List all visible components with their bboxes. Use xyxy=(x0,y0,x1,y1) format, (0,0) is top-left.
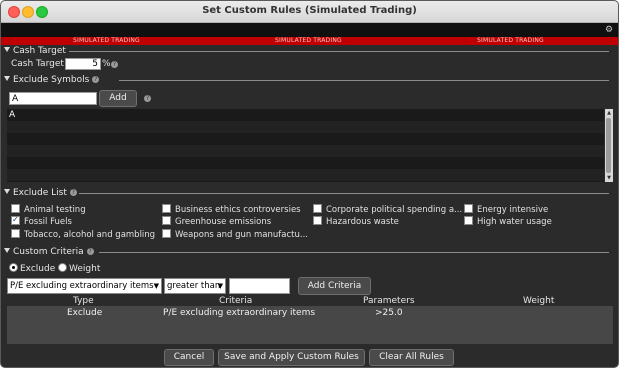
toolbar-strip xyxy=(1,23,618,37)
checkbox[interactable] xyxy=(313,204,322,213)
table-cell-type[interactable]: Exclude xyxy=(67,308,102,318)
checkbox[interactable] xyxy=(313,216,322,225)
simulated-trading-label: SIMULATED TRADING xyxy=(477,37,544,44)
list-item-empty xyxy=(7,145,604,157)
collapse-triangle-icon xyxy=(4,47,10,52)
scroll-up-icon[interactable]: ▲ xyxy=(606,110,612,116)
title-bar: Set Custom Rules (Simulated Trading) xyxy=(1,1,618,23)
criteria-value-input[interactable] xyxy=(229,278,290,294)
exclude-item-weapons[interactable]: Weapons and gun manufactu... xyxy=(162,229,308,240)
section-title: Exclude List xyxy=(13,188,67,198)
exclude-symbols-section-toggle[interactable]: Exclude Symbols? xyxy=(4,74,100,86)
exclude-item-business-ethics[interactable]: Business ethics controversies xyxy=(162,204,301,215)
radio-exclude[interactable]: Exclude xyxy=(9,263,55,274)
help-icon[interactable]: ? xyxy=(69,189,77,196)
exclude-item-fossil-fuels[interactable]: Fossil Fuels xyxy=(11,214,72,227)
clear-all-rules-button[interactable]: Clear All Rules xyxy=(369,349,454,366)
operator-select[interactable]: greater than ▼ xyxy=(164,278,226,294)
section-divider xyxy=(79,193,609,194)
checkbox[interactable] xyxy=(464,216,473,225)
checkbox[interactable] xyxy=(162,204,171,213)
section-divider xyxy=(69,51,609,52)
list-item[interactable]: A xyxy=(7,109,604,121)
checkbox[interactable] xyxy=(162,229,171,238)
gear-icon[interactable]: ⚙ xyxy=(604,25,614,35)
window-title: Set Custom Rules (Simulated Trading) xyxy=(202,5,417,16)
scroll-down-icon[interactable]: ▼ xyxy=(606,175,612,181)
save-apply-button[interactable]: Save and Apply Custom Rules xyxy=(218,349,365,366)
list-item-empty xyxy=(7,169,604,181)
radio-button[interactable] xyxy=(58,263,67,272)
help-icon[interactable]: ? xyxy=(111,61,118,68)
radio-button[interactable] xyxy=(9,263,18,272)
simulated-trading-label: SIMULATED TRADING xyxy=(73,37,140,44)
add-criteria-button[interactable]: Add Criteria xyxy=(298,277,371,295)
symbols-scrollbar[interactable]: ▲ ▼ xyxy=(605,109,613,182)
percent-unit: % xyxy=(102,59,111,69)
exclude-item-energy-intensive[interactable]: Energy intensive xyxy=(464,204,548,215)
exclude-item-water-usage[interactable]: High water usage xyxy=(464,216,552,227)
section-title: Exclude Symbols xyxy=(13,75,90,85)
section-title: Cash Target xyxy=(13,46,66,56)
checkbox[interactable] xyxy=(162,216,171,225)
list-item-empty xyxy=(7,121,604,133)
exclude-item-hazardous-waste[interactable]: Hazardous waste xyxy=(313,216,399,227)
table-cell-criteria[interactable]: P/E excluding extraordinary items xyxy=(163,308,315,318)
table-cell-parameters[interactable]: >25.0 xyxy=(375,308,403,318)
cancel-button[interactable]: Cancel xyxy=(164,349,214,366)
scrollbar-thumb[interactable] xyxy=(606,118,611,173)
section-divider xyxy=(99,252,609,253)
section-divider xyxy=(119,80,609,81)
exclude-item-greenhouse[interactable]: Greenhouse emissions xyxy=(162,216,271,227)
checkbox[interactable] xyxy=(464,204,473,213)
section-title: Custom Criteria xyxy=(13,247,84,257)
help-icon[interactable]: ? xyxy=(144,95,151,102)
collapse-triangle-icon xyxy=(4,248,10,253)
custom-criteria-section-toggle[interactable]: Custom Criteria? xyxy=(4,246,94,258)
dropdown-caret-icon: ▼ xyxy=(217,282,223,290)
cash-target-section-toggle[interactable]: Cash Target xyxy=(4,45,66,57)
exclude-symbol-input[interactable] xyxy=(9,92,97,105)
checkbox[interactable] xyxy=(11,229,20,238)
exclude-item-political-spending[interactable]: Corporate political spending a... xyxy=(313,204,462,215)
checkbox[interactable] xyxy=(11,204,20,213)
set-custom-rules-window: Set Custom Rules (Simulated Trading) ⚙ S… xyxy=(0,0,619,368)
list-item-empty xyxy=(7,157,604,169)
exclude-item-tobacco[interactable]: Tobacco, alcohol and gambling xyxy=(11,229,155,240)
criteria-select[interactable]: P/E excluding extraordinary items ▼ xyxy=(7,278,162,294)
radio-weight[interactable]: Weight xyxy=(58,263,100,274)
add-symbol-button[interactable]: Add xyxy=(99,90,137,107)
excluded-symbols-list[interactable]: A xyxy=(7,109,604,182)
list-item-empty xyxy=(7,133,604,145)
collapse-triangle-icon xyxy=(4,189,10,194)
collapse-triangle-icon xyxy=(4,76,10,81)
cash-target-input[interactable] xyxy=(65,58,101,70)
help-icon[interactable]: ? xyxy=(92,76,100,83)
exclude-list-section-toggle[interactable]: Exclude List? xyxy=(4,187,77,199)
exclude-item-animal-testing[interactable]: Animal testing xyxy=(11,204,86,215)
dropdown-caret-icon: ▼ xyxy=(153,282,159,290)
cash-target-label: Cash Target xyxy=(11,59,64,69)
help-icon[interactable]: ? xyxy=(86,248,94,255)
checkbox-check-icon[interactable] xyxy=(11,214,20,225)
simulated-trading-label: SIMULATED TRADING xyxy=(275,37,342,44)
